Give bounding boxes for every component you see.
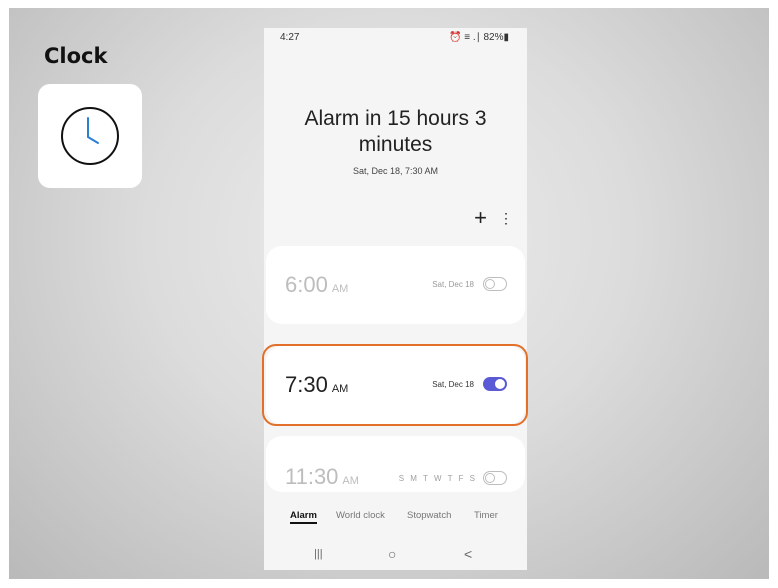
more-options-icon[interactable]: ⋮ — [499, 210, 513, 227]
system-navbar: ||| ○ < — [264, 538, 527, 570]
alarm-card[interactable]: 11:30 AM S M T W T F S — [266, 436, 525, 492]
status-bar: 4:27 ⏰ ≡ .∣ 82%▮ — [264, 28, 527, 50]
phone-screen: 4:27 ⏰ ≡ .∣ 82%▮ Alarm in 15 hours 3 min… — [264, 28, 527, 570]
clock-app-tile[interactable] — [38, 84, 142, 188]
alarm-toggle[interactable] — [483, 471, 507, 485]
toggle-knob — [485, 279, 495, 289]
recents-button[interactable]: ||| — [314, 548, 323, 560]
header-actions: + ⋮ — [449, 207, 513, 229]
alarm-countdown-title: Alarm in 15 hours 3 minutes — [304, 107, 487, 156]
alarm-time: 6:00 AM — [285, 272, 349, 297]
alarm-toggle[interactable] — [483, 277, 507, 291]
alarm-date: Sat, Dec 18 — [432, 280, 474, 289]
tab-timer[interactable]: Timer — [474, 510, 498, 521]
bottom-tabs: Alarm World clock Stopwatch Timer — [264, 510, 527, 526]
clock-icon — [61, 107, 119, 165]
home-button[interactable]: ○ — [388, 546, 396, 562]
tab-stopwatch[interactable]: Stopwatch — [407, 510, 451, 521]
add-alarm-icon[interactable]: + — [474, 207, 487, 229]
tab-alarm[interactable]: Alarm — [290, 510, 317, 524]
toggle-knob — [485, 473, 495, 483]
status-time: 4:27 — [280, 32, 300, 43]
alarm-time: 11:30 AM — [285, 464, 359, 489]
alarm-card[interactable]: 6:00 AM Sat, Dec 18 — [266, 246, 525, 324]
tab-world-clock[interactable]: World clock — [336, 510, 385, 521]
alarm-repeat-days: S M T W T F S — [398, 474, 477, 483]
back-button[interactable]: < — [464, 546, 472, 562]
selected-alarm-highlight — [262, 344, 528, 426]
status-indicators: ⏰ ≡ .∣ 82%▮ — [449, 32, 509, 43]
alarm-countdown-subtitle: Sat, Dec 18, 7:30 AM — [352, 166, 439, 176]
slide-title: Clock — [44, 44, 108, 68]
